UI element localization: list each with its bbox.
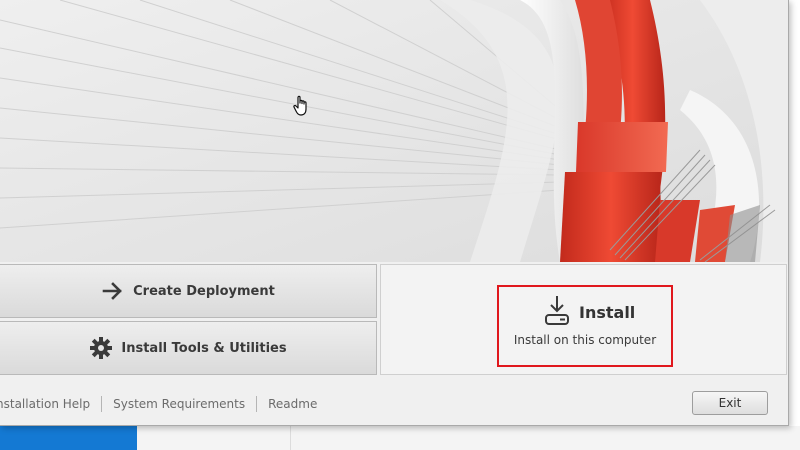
footer: nstallation Help System Requirements Rea… (0, 376, 788, 425)
system-requirements-link[interactable]: System Requirements (113, 397, 245, 411)
install-subtitle: Install on this computer (513, 333, 657, 347)
download-icon (544, 295, 570, 327)
hero-banner (0, 0, 788, 262)
installation-help-link[interactable]: nstallation Help (0, 397, 90, 411)
readme-link[interactable]: Readme (268, 397, 317, 411)
install-tools-button[interactable]: Install Tools & Utilities (0, 321, 377, 375)
create-deployment-label: Create Deployment (133, 283, 275, 299)
exit-button[interactable]: Exit (692, 391, 768, 415)
install-tools-label: Install Tools & Utilities (121, 340, 287, 356)
desktop-divider (290, 426, 291, 450)
create-deployment-button[interactable]: Create Deployment (0, 264, 377, 318)
desktop-taskbar-area (0, 426, 137, 450)
footer-links: nstallation Help System Requirements Rea… (0, 396, 317, 412)
install-panel: Install Install on this computer (380, 264, 787, 375)
install-button[interactable]: Install Install on this computer (497, 285, 673, 367)
footer-separator (101, 396, 103, 412)
footer-separator (256, 396, 258, 412)
installer-window: Create Deployment Install Tools & Utilit… (0, 0, 789, 426)
gear-icon (89, 336, 113, 360)
hand-pointer-icon (293, 95, 311, 117)
install-title: Install (579, 303, 636, 322)
hero-artwork (0, 0, 788, 262)
desktop-background (137, 426, 800, 450)
arrow-right-icon (101, 279, 125, 303)
